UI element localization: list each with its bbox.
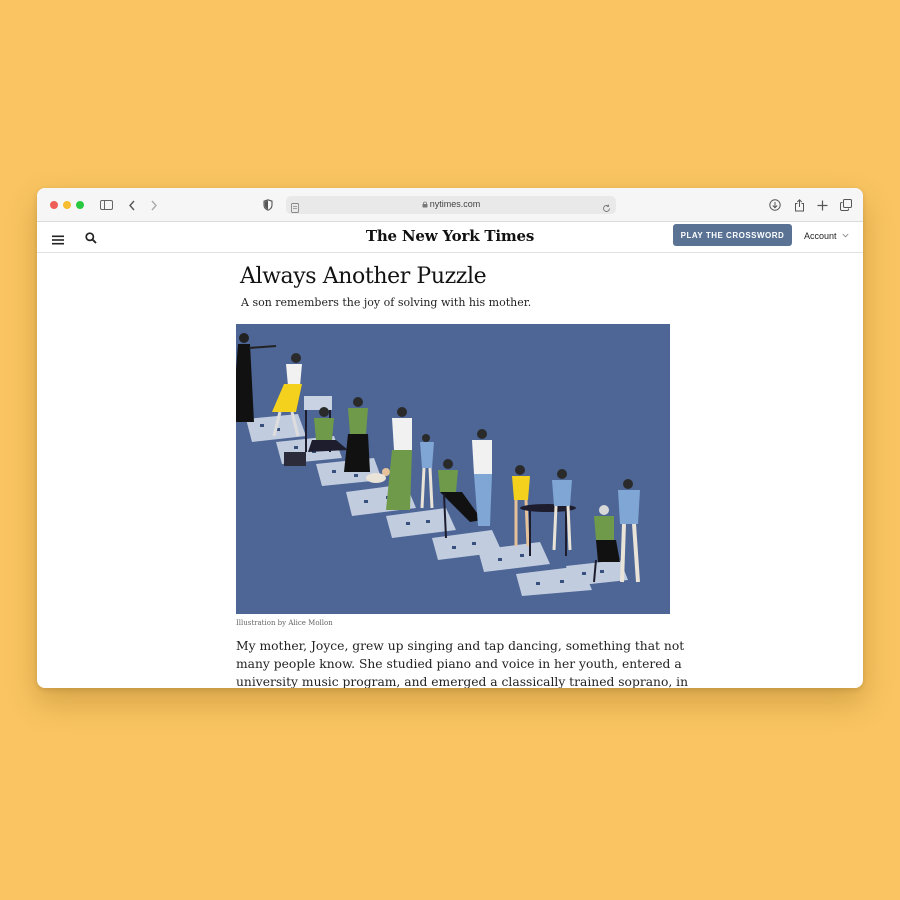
back-icon[interactable] <box>124 197 140 213</box>
article-body: My mother, Joyce, grew up singing and ta… <box>236 637 689 688</box>
chevron-down-icon <box>842 233 849 238</box>
minimize-window-button[interactable] <box>63 201 71 209</box>
share-icon[interactable] <box>791 197 807 213</box>
downloads-icon[interactable] <box>767 197 783 213</box>
article-headline: Always Another Puzzle <box>240 264 487 289</box>
browser-toolbar: nytimes.com <box>37 188 863 222</box>
address-bar[interactable]: nytimes.com <box>286 196 616 214</box>
article-illustration <box>236 324 670 614</box>
lock-icon <box>422 201 428 207</box>
url-label: nytimes.com <box>429 199 481 209</box>
new-tab-icon[interactable] <box>814 197 830 213</box>
account-menu[interactable]: Account <box>804 231 849 241</box>
article-summary: A son remembers the joy of solving with … <box>241 296 532 309</box>
play-crossword-button[interactable]: PLAY THE CROSSWORD <box>673 224 792 246</box>
tab-overview-icon[interactable] <box>838 197 854 213</box>
url-text: nytimes.com <box>286 199 616 209</box>
sidebar-icon[interactable] <box>98 197 114 213</box>
close-window-button[interactable] <box>50 201 58 209</box>
privacy-shield-icon[interactable] <box>260 197 276 213</box>
body-line: university music program, and emerged a … <box>236 675 689 688</box>
reload-icon[interactable] <box>602 200 611 218</box>
forward-icon[interactable] <box>146 197 162 213</box>
browser-window: nytimes.com The New York Times PLAY THE … <box>37 188 863 688</box>
account-label: Account <box>804 231 837 241</box>
zoom-window-button[interactable] <box>76 201 84 209</box>
body-line: My mother, Joyce, grew up singing and ta… <box>236 639 685 653</box>
site-header: The New York Times PLAY THE CROSSWORD Ac… <box>37 222 863 253</box>
image-caption: Illustration by Alice Mollon <box>236 619 333 627</box>
body-line: many people know. She studied piano and … <box>236 657 682 671</box>
